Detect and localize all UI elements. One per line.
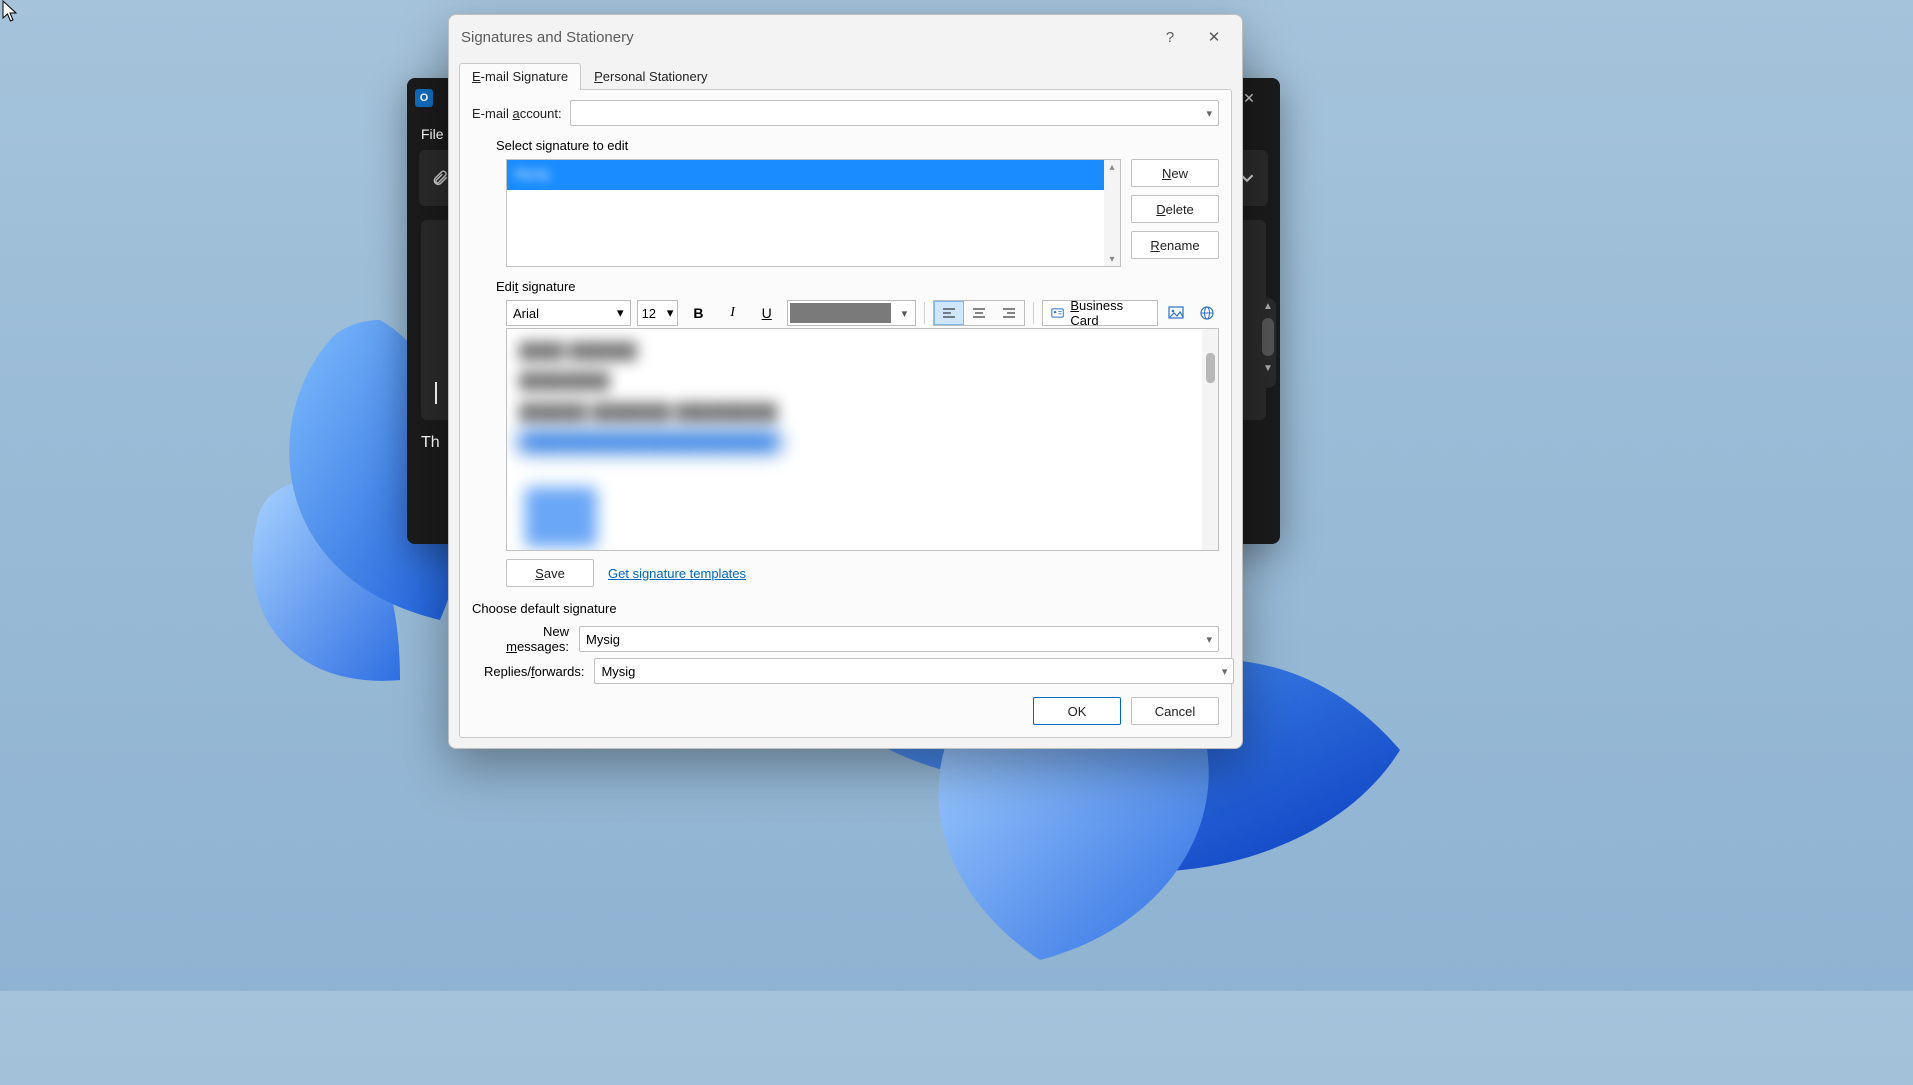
mouse-cursor	[2, 0, 20, 29]
font-family-combo[interactable]: Arial▾	[506, 300, 631, 326]
outlook-icon: O	[415, 89, 433, 107]
email-account-label: E-mail account:	[472, 106, 562, 121]
editor-scrollbar[interactable]	[1202, 329, 1218, 550]
font-color-combo[interactable]: ▾	[787, 300, 917, 326]
tab-strip: E-mail Signature Personal Stationery	[449, 59, 1242, 89]
select-signature-label: Select signature to edit	[496, 138, 1219, 153]
signature-list-scrollbar[interactable]: ▴ ▾	[1104, 160, 1120, 266]
replies-forwards-combo[interactable]: Mysig▾	[594, 658, 1234, 684]
choose-default-label: Choose default signature	[472, 601, 1219, 616]
color-swatch	[790, 303, 892, 323]
close-button[interactable]: ✕	[1192, 21, 1236, 53]
bold-button[interactable]: B	[684, 300, 712, 326]
signatures-dialog: Signatures and Stationery ? ✕ E-mail Sig…	[448, 14, 1243, 749]
tab-personal-stationery[interactable]: Personal Stationery	[581, 63, 720, 90]
delete-signature-button[interactable]: Delete	[1131, 195, 1219, 223]
dialog-title: Signatures and Stationery	[461, 29, 634, 46]
chevron-down-icon: ▾	[1206, 107, 1212, 120]
dialog-titlebar: Signatures and Stationery ? ✕	[449, 15, 1242, 59]
signature-list[interactable]: Mysig ▴ ▾	[506, 159, 1121, 267]
signature-editor[interactable]: ████ ██████ ████████ ██████ ███████ ████…	[506, 328, 1219, 551]
tab-panel-email-signature: E-mail account: ▾ Select signature to ed…	[459, 89, 1232, 738]
font-size-combo[interactable]: 12▾	[637, 300, 679, 326]
new-signature-button[interactable]: New	[1131, 159, 1219, 187]
signature-image-redacted	[525, 487, 597, 547]
align-center-button[interactable]	[964, 301, 994, 325]
align-left-button[interactable]	[934, 301, 964, 325]
email-account-combo[interactable]: ▾	[570, 100, 1219, 126]
insert-hyperlink-button[interactable]	[1195, 300, 1219, 326]
save-signature-button[interactable]: Save	[506, 559, 594, 587]
signature-toolbar: Arial▾ 12▾ B I U ▾	[506, 300, 1219, 326]
new-messages-label: New messages:	[484, 624, 569, 654]
new-messages-combo[interactable]: Mysig▾	[579, 626, 1219, 652]
insert-picture-button[interactable]	[1164, 300, 1188, 326]
outlook-scrollbar[interactable]: ▲ ▼	[1260, 298, 1276, 388]
get-templates-link[interactable]: Get signature templates	[608, 566, 746, 581]
cancel-button[interactable]: Cancel	[1131, 697, 1219, 725]
rename-signature-button[interactable]: Rename	[1131, 231, 1219, 259]
replies-forwards-label: Replies/forwards:	[484, 664, 584, 679]
business-card-button[interactable]: Business Card	[1042, 300, 1158, 326]
tab-email-signature[interactable]: E-mail Signature	[459, 63, 581, 90]
signature-list-item-selected[interactable]: Mysig	[507, 160, 1120, 190]
align-right-button[interactable]	[994, 301, 1024, 325]
edit-signature-label: Edit signature	[496, 279, 1219, 294]
signature-content-redacted: ████ ██████ ████████ ██████ ███████ ████…	[519, 337, 1188, 459]
help-button[interactable]: ?	[1148, 21, 1192, 53]
italic-button[interactable]: I	[719, 300, 747, 326]
underline-button[interactable]: U	[753, 300, 781, 326]
ok-button[interactable]: OK	[1033, 697, 1121, 725]
